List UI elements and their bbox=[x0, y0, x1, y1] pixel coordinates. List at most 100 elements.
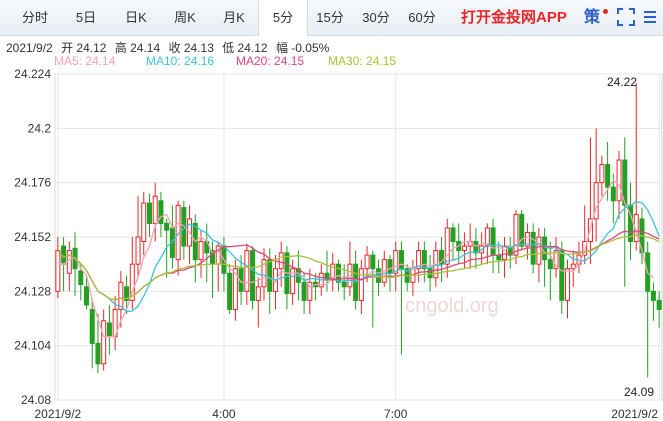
candle bbox=[513, 209, 519, 265]
high-price-label: 24.22 bbox=[607, 75, 637, 89]
candle-body-down bbox=[95, 342, 101, 365]
candle bbox=[146, 193, 152, 237]
x-tick-label: 2021/9/2 bbox=[611, 407, 658, 421]
candle bbox=[628, 182, 634, 260]
candle-body-down bbox=[450, 227, 456, 243]
candle-body-up bbox=[141, 202, 147, 243]
candle-body-down bbox=[158, 200, 164, 224]
candle bbox=[565, 259, 571, 319]
candle bbox=[106, 304, 112, 355]
candle-body-down bbox=[610, 186, 616, 202]
candle-body-up bbox=[255, 286, 261, 301]
candle-body-down bbox=[89, 308, 95, 344]
candle bbox=[656, 291, 662, 328]
candle-body-down bbox=[341, 281, 347, 288]
candle-body-down bbox=[250, 250, 256, 301]
candle-body-up bbox=[536, 236, 542, 265]
candle bbox=[284, 246, 290, 310]
candle-body-up bbox=[616, 159, 622, 202]
candle bbox=[398, 241, 404, 355]
candle-body-up bbox=[135, 236, 141, 265]
candle-body-down bbox=[421, 250, 427, 270]
candle bbox=[129, 237, 135, 310]
candle bbox=[410, 259, 416, 296]
candle bbox=[232, 259, 238, 321]
candle bbox=[101, 309, 107, 371]
candle-body-up bbox=[244, 250, 250, 292]
candle-body-down bbox=[490, 227, 496, 256]
candle-body-down bbox=[267, 259, 273, 292]
candle-body-down bbox=[656, 299, 662, 310]
candle bbox=[158, 191, 164, 237]
candle bbox=[192, 214, 198, 283]
legend-ma20: MA20: 24.15 bbox=[236, 54, 304, 68]
candle bbox=[421, 241, 427, 283]
candle bbox=[72, 232, 78, 296]
x-tick-label: 7:00 bbox=[384, 407, 408, 421]
candle bbox=[576, 241, 582, 274]
candle-body-up bbox=[570, 263, 576, 270]
candle-body-up bbox=[513, 213, 519, 256]
candle bbox=[307, 268, 313, 314]
candle bbox=[467, 223, 473, 269]
candle bbox=[55, 237, 61, 299]
candle-body-down bbox=[106, 322, 112, 338]
candle-body-up bbox=[66, 250, 72, 274]
candle bbox=[347, 241, 353, 296]
candle bbox=[324, 250, 330, 292]
candle bbox=[255, 277, 261, 328]
candle-body-up bbox=[461, 245, 467, 252]
candle bbox=[141, 191, 147, 256]
candle-body-down bbox=[83, 286, 89, 306]
watermark: cngold.org bbox=[405, 295, 498, 317]
candle bbox=[536, 227, 542, 283]
candle-body-up bbox=[290, 268, 296, 295]
candle bbox=[250, 246, 256, 310]
candles bbox=[55, 83, 662, 378]
candle-body-down bbox=[398, 250, 404, 270]
candle bbox=[244, 243, 250, 305]
y-tick-label: 24.128 bbox=[14, 284, 51, 298]
candle bbox=[450, 223, 456, 260]
candle-body-up bbox=[393, 250, 399, 274]
candle bbox=[622, 137, 628, 287]
y-tick-label: 24.104 bbox=[14, 339, 51, 353]
candle bbox=[135, 196, 141, 278]
candle bbox=[416, 241, 422, 283]
candle-body-down bbox=[542, 236, 548, 261]
y-tick-label: 24.08 bbox=[21, 393, 51, 407]
candle bbox=[587, 137, 593, 265]
ma-legend: MA5: 24.14 MA10: 24.16 MA20: 24.15 MA30:… bbox=[54, 54, 396, 68]
candle bbox=[650, 282, 656, 321]
candle bbox=[542, 227, 548, 287]
candle bbox=[444, 218, 450, 278]
candle bbox=[381, 250, 387, 287]
y-tick-label: 24.176 bbox=[14, 176, 51, 190]
candle bbox=[66, 241, 72, 292]
y-tick-label: 24.152 bbox=[14, 230, 51, 244]
x-tick-label: 2021/9/2 bbox=[35, 407, 82, 421]
candle-body-down bbox=[387, 259, 393, 274]
candle-body-up bbox=[358, 268, 364, 301]
candle-body-down bbox=[605, 164, 611, 188]
candle bbox=[502, 237, 508, 278]
candle-body-up bbox=[118, 281, 124, 310]
candle-body-down bbox=[78, 270, 84, 286]
candle-body-up bbox=[599, 164, 605, 184]
legend-ma30: MA30: 24.15 bbox=[328, 54, 396, 68]
candle-body-up bbox=[101, 320, 107, 365]
candle bbox=[490, 218, 496, 274]
candle bbox=[370, 250, 376, 328]
candle-body-down bbox=[164, 222, 170, 231]
candle-body-up bbox=[565, 268, 571, 301]
candle bbox=[278, 241, 284, 287]
candlestick-chart: cngold.org 24.224 24.2 24.176 24.152 24.128 2… bbox=[14, 54, 663, 421]
candle-body-down bbox=[227, 272, 233, 310]
candle-body-down bbox=[547, 259, 553, 270]
candle-body-up bbox=[278, 252, 284, 270]
candle bbox=[330, 252, 336, 292]
candle-body-down bbox=[301, 281, 307, 301]
candle-body-up bbox=[198, 241, 204, 261]
candle bbox=[473, 227, 479, 269]
candle-body-up bbox=[152, 195, 158, 224]
